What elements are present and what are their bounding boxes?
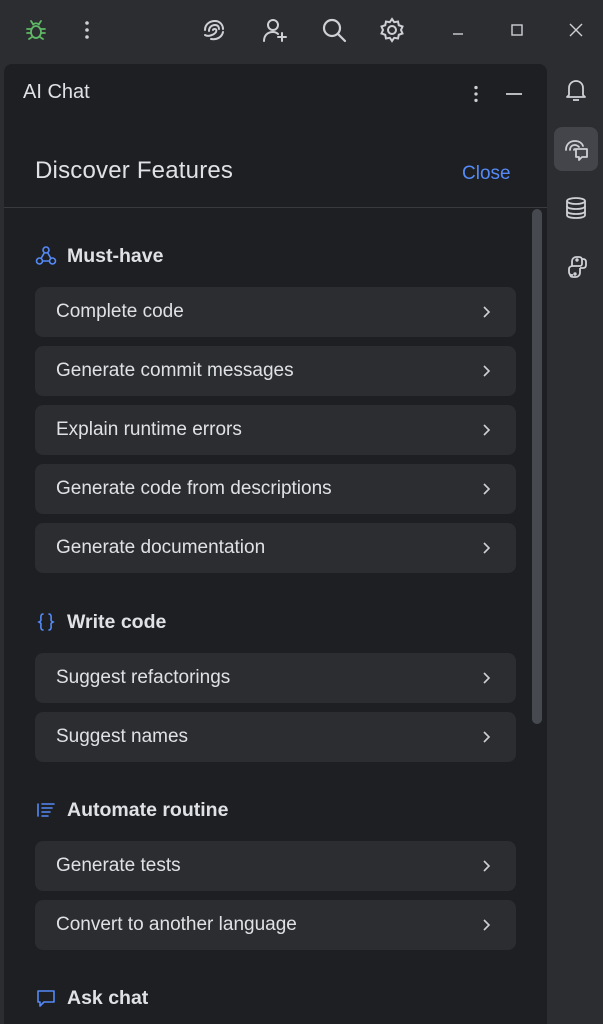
feature-item-label: Suggest names	[56, 726, 189, 747]
panel-header: AI Chat	[4, 64, 547, 122]
chevron-right-icon	[483, 919, 491, 931]
ai-chat-panel: AI Chat Discover Features Close Must-hav…	[4, 64, 547, 1024]
discover-title: Discover Features	[35, 157, 234, 184]
chat-bubble-icon	[35, 987, 57, 1009]
section-must-have: Must-have	[35, 242, 163, 270]
section-title: Write code	[67, 610, 167, 633]
section-ask-chat: Ask chat	[35, 984, 148, 1012]
discover-header: Discover Features Close	[4, 144, 547, 208]
title-bar	[0, 0, 603, 60]
python-icon[interactable]	[554, 245, 598, 289]
feature-item-label: Generate tests	[56, 855, 181, 876]
ai-chat-icon[interactable]	[554, 127, 598, 171]
more-vertical-icon[interactable]	[70, 13, 104, 47]
chevron-right-icon	[483, 365, 491, 377]
chevron-right-icon	[483, 542, 491, 554]
feature-item[interactable]: Suggest refactorings	[35, 653, 516, 703]
panel-title: AI Chat	[23, 81, 90, 103]
section-write-code: Write code	[35, 608, 166, 636]
section-automate-routine: Automate routine	[35, 796, 228, 824]
feature-item[interactable]: Generate commit messages	[35, 346, 516, 396]
minimize-icon[interactable]	[500, 80, 528, 108]
scrollbar-thumb[interactable]	[532, 209, 542, 724]
feature-item[interactable]: Suggest names	[35, 712, 516, 762]
close-link[interactable]: Close	[462, 163, 511, 185]
database-icon[interactable]	[554, 186, 598, 230]
triangle-nodes-icon	[35, 245, 57, 267]
section-title: Automate routine	[67, 798, 229, 821]
feature-item-label: Convert to another language	[56, 914, 297, 935]
gear-icon[interactable]	[375, 13, 409, 47]
feature-item[interactable]: Explain runtime errors	[35, 405, 516, 455]
chevron-right-icon	[483, 672, 491, 684]
chevron-right-icon	[483, 860, 491, 872]
feature-item-label: Explain runtime errors	[56, 419, 242, 440]
feature-item-label: Generate documentation	[56, 537, 266, 558]
chevron-right-icon	[483, 424, 491, 436]
feature-item[interactable]: Complete code	[35, 287, 516, 337]
feature-item-label: Generate commit messages	[56, 360, 294, 381]
feature-item-label: Complete code	[56, 301, 184, 322]
feature-item-label: Generate code from descriptions	[56, 478, 332, 499]
bell-icon[interactable]	[554, 68, 598, 112]
add-user-icon[interactable]	[258, 13, 292, 47]
close-icon[interactable]	[559, 13, 593, 47]
feature-item[interactable]: Generate code from descriptions	[35, 464, 516, 514]
section-title: Ask chat	[67, 986, 149, 1009]
section-title: Must-have	[67, 244, 164, 267]
list-icon	[35, 799, 57, 821]
search-icon[interactable]	[317, 13, 351, 47]
maximize-icon[interactable]	[500, 13, 534, 47]
chevron-right-icon	[483, 731, 491, 743]
feature-item[interactable]: Generate documentation	[35, 523, 516, 573]
feature-item[interactable]: Generate tests	[35, 841, 516, 891]
braces-icon	[35, 611, 57, 633]
bug-icon[interactable]	[19, 13, 53, 47]
chevron-right-icon	[483, 483, 491, 495]
more-vertical-icon[interactable]	[462, 80, 490, 108]
feature-item[interactable]: Convert to another language	[35, 900, 516, 950]
minimize-icon[interactable]	[441, 13, 475, 47]
ai-assistant-icon[interactable]	[197, 13, 231, 47]
feature-item-label: Suggest refactorings	[56, 667, 231, 688]
chevron-right-icon	[483, 306, 491, 318]
